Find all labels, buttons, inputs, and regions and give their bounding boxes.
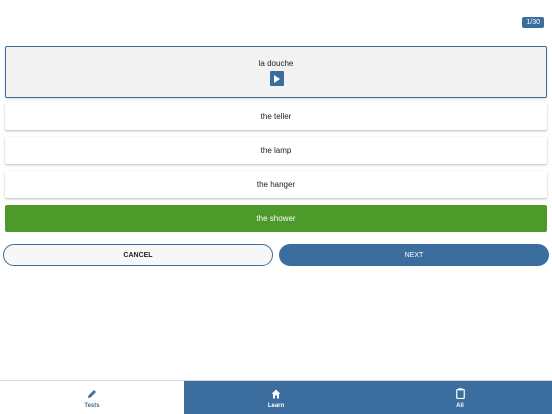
quiz-screen: 1/30 la douche the teller the lamp the h… <box>0 0 552 414</box>
tab-learn[interactable]: Learn <box>184 381 368 414</box>
play-audio-button[interactable] <box>270 71 284 86</box>
next-button[interactable]: NEXT <box>279 244 549 266</box>
play-icon <box>274 74 280 83</box>
tab-tests-label: Tests <box>84 402 100 409</box>
answer-option-4-correct[interactable]: the shower <box>5 205 547 232</box>
answer-option-3[interactable]: the hanger <box>5 171 547 198</box>
question-card: la douche <box>5 46 547 98</box>
question-word: la douche <box>258 59 294 68</box>
progress-badge: 1/30 <box>522 17 544 28</box>
cancel-button[interactable]: CANCEL <box>3 244 273 266</box>
answer-option-1[interactable]: the teller <box>5 103 547 130</box>
home-icon <box>271 388 281 400</box>
tab-all-label: All <box>456 402 464 409</box>
tab-learn-label: Learn <box>267 402 285 409</box>
clipboard-icon <box>455 388 465 400</box>
tab-tests[interactable]: Tests <box>0 381 184 414</box>
answer-option-2[interactable]: the lamp <box>5 137 547 164</box>
bottom-tab-bar: Tests Learn All <box>0 380 552 414</box>
tab-all[interactable]: All <box>368 381 552 414</box>
pencil-icon <box>87 388 97 400</box>
